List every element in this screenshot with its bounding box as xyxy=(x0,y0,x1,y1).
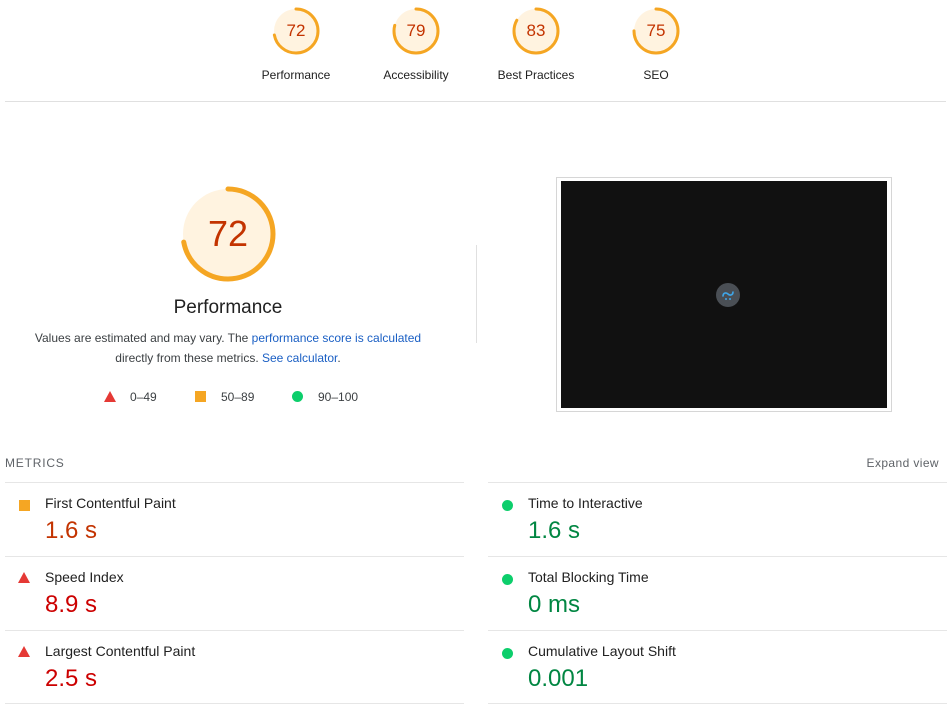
metric-value: 8.9 s xyxy=(45,591,98,618)
gauge-ring: 75 xyxy=(631,6,681,56)
performance-description: Values are estimated and may vary. The p… xyxy=(20,328,436,368)
performance-title: Performance xyxy=(173,297,283,318)
score-legend: 0–49 50–89 90–100 xyxy=(0,389,460,405)
metrics-header: METRICS xyxy=(5,456,65,470)
circle-pass-icon xyxy=(292,391,303,402)
gauge-ring: 72 xyxy=(271,6,321,56)
metric-value: 1.6 s xyxy=(528,517,581,544)
legend-item-average: 50–89 xyxy=(195,389,275,405)
triangle-fail-icon xyxy=(18,572,30,583)
metric-value: 1.6 s xyxy=(45,517,98,544)
gauge-best-practices[interactable]: 83 Best Practices xyxy=(476,6,596,82)
gauge-score: 75 xyxy=(646,21,666,40)
legend-item-pass: 90–100 xyxy=(292,389,372,405)
metric-name: First Contentful Paint xyxy=(45,495,176,511)
final-screenshot[interactable] xyxy=(556,177,892,412)
gauge-label: Performance xyxy=(261,68,331,82)
metrics-divider xyxy=(488,703,947,704)
circle-pass-icon xyxy=(502,574,513,585)
legend-range: 90–100 xyxy=(318,390,359,404)
circle-pass-icon xyxy=(502,648,513,659)
metric-largest-contentful-paint[interactable]: Largest Contentful Paint 2.5 s xyxy=(5,630,464,704)
metric-name: Speed Index xyxy=(45,569,124,585)
metric-name: Largest Contentful Paint xyxy=(45,643,196,659)
gauge-ring: 79 xyxy=(391,6,441,56)
expand-view-button[interactable]: Expand view xyxy=(867,456,939,470)
gauge-accessibility[interactable]: 79 Accessibility xyxy=(356,6,476,82)
screenshot-image xyxy=(561,181,887,408)
gauge-seo[interactable]: 75 SEO xyxy=(596,6,716,82)
legend-range: 0–49 xyxy=(130,390,157,404)
circle-pass-icon xyxy=(502,500,513,511)
legend-item-fail: 0–49 xyxy=(104,389,184,405)
gauge-ring: 83 xyxy=(511,6,561,56)
metric-speed-index[interactable]: Speed Index 8.9 s xyxy=(5,556,464,630)
metrics-divider xyxy=(5,703,464,704)
gauge-label: Accessibility xyxy=(383,68,449,82)
gauge-score: 72 xyxy=(286,21,306,40)
metric-cumulative-layout-shift[interactable]: Cumulative Layout Shift 0.001 xyxy=(488,630,947,704)
gauge-label: SEO xyxy=(643,68,669,82)
metric-name: Total Blocking Time xyxy=(528,569,649,585)
metric-name: Cumulative Layout Shift xyxy=(528,643,676,659)
gauge-score: 79 xyxy=(406,21,426,40)
metric-value: 2.5 s xyxy=(45,665,98,692)
gauge-performance[interactable]: 72 Performance xyxy=(236,6,356,82)
metric-first-contentful-paint[interactable]: First Contentful Paint 1.6 s xyxy=(5,482,464,556)
metric-total-blocking-time[interactable]: Total Blocking Time 0 ms xyxy=(488,556,947,630)
see-calculator-link[interactable]: See calculator xyxy=(262,351,337,365)
metric-value: 0.001 xyxy=(528,665,589,692)
metric-name: Time to Interactive xyxy=(528,495,643,511)
vertical-divider xyxy=(476,245,477,343)
site-logo-icon xyxy=(716,283,740,307)
gauge-score: 83 xyxy=(526,21,546,40)
performance-score: 72 xyxy=(207,213,249,254)
metric-time-to-interactive[interactable]: Time to Interactive 1.6 s xyxy=(488,482,947,556)
gauge-label: Best Practices xyxy=(497,68,575,82)
triangle-fail-icon xyxy=(18,646,30,657)
metric-value: 0 ms xyxy=(528,591,581,618)
square-average-icon xyxy=(195,391,206,402)
description-text: Values are estimated and may vary. The xyxy=(34,331,252,345)
description-text: . xyxy=(337,351,341,365)
square-average-icon xyxy=(19,500,30,511)
header-divider xyxy=(5,101,946,102)
triangle-fail-icon xyxy=(104,391,116,402)
performance-gauge-large: 72 xyxy=(178,184,278,284)
legend-range: 50–89 xyxy=(221,390,255,404)
description-text: directly from these metrics. xyxy=(115,351,262,365)
score-calculated-link[interactable]: performance score is calculated xyxy=(252,331,421,345)
category-gauges-bar: 72 Performance 79 Accessibility 83 Best … xyxy=(0,0,951,102)
